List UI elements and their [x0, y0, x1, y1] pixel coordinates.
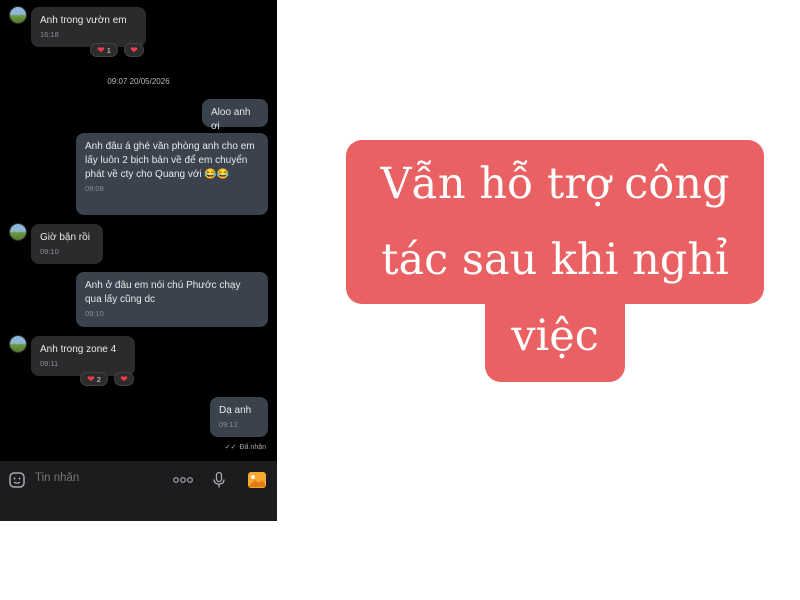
message-bubble[interactable]: Anh đâu á ghé văn phòng anh cho em lấy l…	[76, 133, 268, 215]
message-bubble[interactable]: Anh trong zone 4 09:11	[31, 336, 135, 376]
message-time: 09:10	[85, 309, 104, 318]
banner-line: việc	[511, 311, 599, 361]
message-time: 16:18	[40, 30, 59, 39]
heart-icon: ❤	[87, 374, 95, 384]
message-text: Anh ở đâu em nói chú Phước chạy qua lấy …	[85, 280, 241, 305]
avatar[interactable]	[9, 223, 27, 241]
message-bubble[interactable]: Aloo anh ơi	[202, 99, 268, 132]
reaction-count: 2	[96, 374, 101, 384]
avatar[interactable]	[9, 335, 27, 353]
banner-line: tác sau khi nghỉ	[381, 235, 729, 285]
message-time: 09:12	[219, 420, 238, 429]
message-text: Aloo anh ơi	[211, 107, 251, 132]
reaction-count: 1	[106, 45, 111, 55]
more-icon[interactable]	[173, 470, 193, 490]
image-icon[interactable]	[247, 470, 267, 490]
reaction-count-badge[interactable]: ❤ 2	[80, 372, 108, 386]
avatar[interactable]	[9, 6, 27, 24]
banner-line: Vẫn hỗ trợ công	[380, 159, 730, 209]
message-time: 09:10	[40, 247, 59, 256]
message-bubble[interactable]: Anh ở đâu em nói chú Phước chạy qua lấy …	[76, 272, 268, 327]
message-bubble[interactable]: Giờ bận rồi 09:10	[31, 224, 103, 264]
message-bubble[interactable]: Dạ anh 09:12	[210, 397, 268, 437]
message-time: 09:08	[85, 184, 104, 193]
double-check-icon: ✓✓	[224, 444, 237, 451]
date-divider: 09:07 20/05/2026	[107, 77, 170, 86]
message-input[interactable]	[35, 472, 165, 484]
reaction-count-badge[interactable]: ❤ 1	[90, 43, 118, 57]
heart-icon: ❤	[97, 45, 105, 55]
heart-icon: ❤	[120, 374, 128, 384]
message-time: 09:11	[40, 359, 59, 368]
message-text: Giờ bận rồi	[40, 232, 90, 243]
message-text: Anh trong vườn em	[40, 15, 127, 26]
react-button[interactable]: ❤	[124, 43, 144, 57]
message-text: Dạ anh	[219, 405, 252, 416]
message-input-bar	[0, 461, 277, 521]
chat-screen: Anh trong vườn em 16:18 ❤ 1 ❤ 09:07 20/0…	[0, 0, 277, 521]
delivery-status: ✓✓ Đã nhận	[224, 443, 266, 452]
emoji-icon[interactable]	[7, 470, 27, 490]
banner-text: Vẫn hỗ trợ công tác sau khi nghỉ việc	[346, 140, 764, 382]
microphone-icon[interactable]	[209, 470, 229, 490]
heart-icon: ❤	[130, 45, 138, 55]
message-text: Anh đâu á ghé văn phòng anh cho em lấy l…	[85, 141, 255, 180]
message-text: Anh trong zone 4	[40, 344, 117, 355]
delivery-status-label: Đã nhận	[239, 443, 266, 451]
react-button[interactable]: ❤	[114, 372, 134, 386]
message-bubble[interactable]: Anh trong vườn em 16:18	[31, 7, 146, 47]
